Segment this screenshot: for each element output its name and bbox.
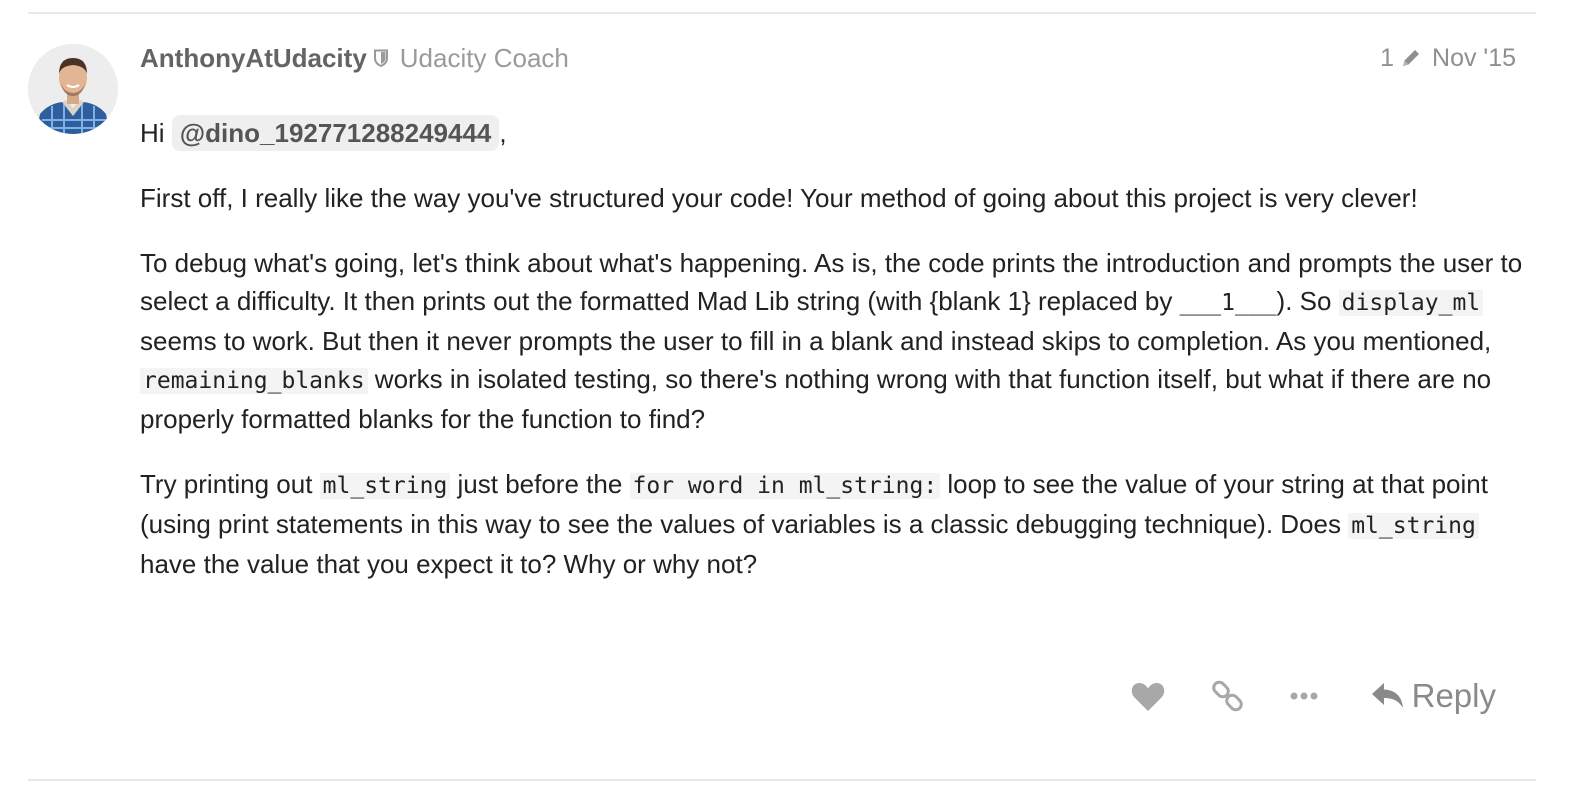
- heart-icon: [1131, 683, 1164, 711]
- like-button[interactable]: [1128, 680, 1168, 712]
- post-body: Hi @dino_192771288249444, First off, I r…: [140, 114, 1540, 610]
- inline-code: remaining_blanks: [140, 368, 368, 394]
- paragraph-3-text-4: have the value that you expect it to? Wh…: [140, 549, 758, 579]
- inline-code: ml_string: [1348, 513, 1479, 539]
- ellipsis-icon: [1290, 692, 1318, 700]
- paragraph-2-text-2: ). So: [1276, 286, 1339, 316]
- paragraph-3-text-1: Try printing out: [140, 469, 320, 499]
- paragraph-3-text-2: just before the: [450, 469, 630, 499]
- avatar[interactable]: [28, 44, 118, 134]
- inline-code: ml_string: [319, 473, 451, 499]
- post-header: AnthonyAtUdacity Udacity Coach 1 Nov '15: [140, 40, 1516, 76]
- username[interactable]: AnthonyAtUdacity: [140, 43, 367, 74]
- share-link-button[interactable]: [1208, 679, 1248, 713]
- reply-label: Reply: [1411, 677, 1496, 714]
- paragraph-3: Try printing out ml_string just before t…: [140, 465, 1540, 583]
- inline-code: display_ml: [1338, 290, 1484, 316]
- reply-button[interactable]: Reply: [1370, 677, 1496, 715]
- inline-code: ___1___: [1179, 290, 1277, 316]
- user-title: Udacity Coach: [399, 42, 569, 73]
- inline-code: for word in ml_string:: [629, 473, 941, 499]
- top-divider: [28, 12, 1536, 14]
- more-options-button[interactable]: [1284, 691, 1324, 701]
- paragraph-1: First off, I really like the way you've …: [140, 183, 1418, 213]
- paragraph-2: To debug what's going, let's think about…: [140, 244, 1540, 438]
- post-actions: Reply: [1128, 668, 1496, 724]
- post-date[interactable]: Nov '15: [1432, 44, 1516, 73]
- moderator-shield-icon: [373, 49, 388, 67]
- greeting-suffix: ,: [499, 118, 507, 148]
- edit-count[interactable]: 1: [1380, 44, 1394, 73]
- link-icon: [1211, 680, 1243, 712]
- pencil-icon[interactable]: [1400, 47, 1422, 69]
- user-mention[interactable]: @dino_192771288249444: [171, 115, 500, 151]
- bottom-divider: [28, 779, 1536, 781]
- greeting-paragraph: Hi @dino_192771288249444,: [140, 114, 1540, 152]
- reply-icon: [1371, 683, 1403, 708]
- greeting-prefix: Hi: [140, 118, 165, 148]
- post-meta: 1 Nov '15: [1380, 44, 1516, 73]
- paragraph-2-text-3: seems to work. But then it never prompts…: [140, 326, 1492, 356]
